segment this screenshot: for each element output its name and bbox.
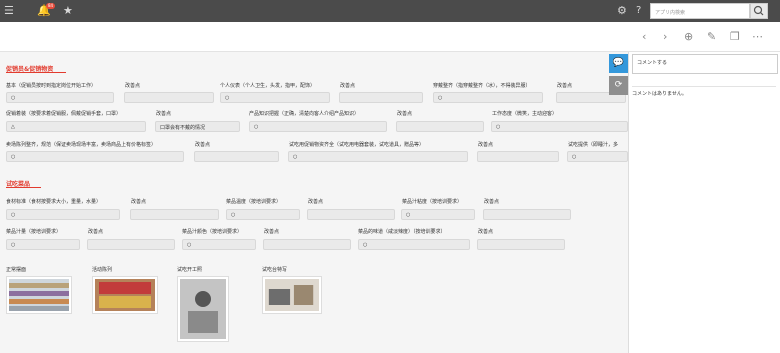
tasting-table-photo [265, 279, 319, 311]
photo-thumbnail[interactable] [6, 276, 72, 314]
field-label: 个人仪表（个人卫生，头发，指甲，配饰） [220, 83, 316, 89]
field-value [194, 151, 279, 162]
field-label: 改善点 [131, 199, 147, 205]
history-tab-icon[interactable]: ⟳ [609, 76, 628, 95]
comment-tab-icon[interactable]: 💬 [609, 54, 628, 73]
field-label: 菜品的味道（咸淡辣度）（按培训要求） [358, 229, 446, 235]
field-label: 产品知识把握（正确，清楚向客人介绍产品知识） [249, 111, 360, 117]
copy-icon[interactable]: ❐ [730, 30, 740, 44]
field-value [307, 209, 395, 220]
field-label: 食材标准（食材按要求大小，重量，水量） [6, 199, 102, 205]
field-value: ○ [182, 239, 256, 250]
field-value: ○ [6, 239, 80, 250]
field-value: ○ [401, 209, 475, 220]
field-label: 菜品汁粘度（按培训要求） [402, 199, 463, 205]
photo-label: 活动陈列 [92, 267, 113, 273]
display-photo [95, 279, 155, 311]
field-value: ○ [433, 92, 543, 103]
photo-thumbnail[interactable] [262, 276, 322, 314]
field-value [263, 239, 351, 250]
more-icon[interactable]: ⋯ [752, 30, 763, 44]
field-value: ○ [358, 239, 470, 250]
field-value: ○ [249, 121, 387, 132]
field-label: 改善点 [156, 111, 172, 117]
photo-thumbnail[interactable] [177, 276, 229, 342]
field-label: 菜品汁量（按培训要求） [6, 229, 62, 235]
field-label: 试吃用促销物资齐全（试吃用电器套装，试吃道具，赠品等） [289, 142, 425, 148]
field-value: ○ [491, 121, 628, 132]
field-value: ○ [288, 151, 468, 162]
photo-label: 正常摆面 [6, 267, 27, 273]
no-comments-message: コメントはありません。 [632, 86, 776, 97]
field-label: 改善点 [478, 229, 494, 235]
field-label: 菜品温度（按培训要求） [226, 199, 282, 205]
field-value: ○ [220, 92, 330, 103]
field-label: 菜品汁颜色（按培训要求） [182, 229, 243, 235]
field-label: 改善点 [88, 229, 104, 235]
chevron-left-icon[interactable]: ‹ [642, 30, 646, 44]
field-value [477, 151, 559, 162]
field-value [396, 121, 484, 132]
field-value: 口罩会有不戴的情况 [155, 121, 240, 132]
photo-label: 试吃开工照 [177, 267, 203, 273]
field-label: 改善点 [397, 111, 413, 117]
cooking-photo [180, 279, 226, 339]
search-icon [753, 5, 764, 16]
plus-icon[interactable]: ⊕ [684, 30, 693, 44]
field-value: ○ [6, 151, 184, 162]
field-label: 工作态度（微笑，主动迎客） [492, 111, 558, 117]
comment-input[interactable]: コメントする [632, 54, 778, 74]
field-value: ○ [226, 209, 300, 220]
field-label: 改善点 [264, 229, 280, 235]
field-value [339, 92, 423, 103]
section-divider [6, 72, 66, 73]
chevron-right-icon[interactable]: › [663, 30, 667, 44]
global-header: ☰ 🔔 84 ★ ⚙ ? アプリ内検索 [0, 0, 780, 22]
field-label: 改善点 [478, 142, 494, 148]
field-value [124, 92, 214, 103]
field-value [87, 239, 175, 250]
field-value [130, 209, 219, 220]
notification-badge: 84 [46, 3, 56, 9]
field-value: ○ [6, 209, 120, 220]
field-value: ○ [567, 151, 628, 162]
field-label: 促销着装（按要求着促销服，佩戴促销手套，口罩） [6, 111, 122, 117]
help-icon[interactable]: ? [636, 4, 641, 18]
search-button[interactable] [750, 3, 768, 19]
field-label: 改善点 [484, 199, 500, 205]
section-divider [6, 187, 41, 188]
star-icon[interactable]: ★ [63, 4, 73, 18]
field-label: 基本（促销员按时到指定岗位开始工作） [6, 83, 97, 89]
field-value: ○ [6, 92, 114, 103]
shelf-photo [9, 279, 69, 311]
hamburger-icon[interactable]: ☰ [4, 4, 14, 18]
edit-icon[interactable]: ✎ [707, 30, 716, 44]
photo-label: 试吃台特写 [262, 267, 288, 273]
field-value: △ [6, 121, 146, 132]
field-label: 改善点 [308, 199, 324, 205]
record-form: 促销员&促销物资 基本（促销员按时到指定岗位开始工作） ○ 改善点 个人仪表（个… [0, 52, 628, 353]
field-label: 试吃提供（即睡汁，多 [568, 142, 619, 148]
field-label: 改善点 [557, 83, 573, 89]
field-label: 穿戴整齐（指穿戴整齐（冰），不得装异服） [433, 83, 531, 89]
search-input[interactable]: アプリ内検索 [650, 3, 750, 19]
photo-thumbnail[interactable] [92, 276, 158, 314]
record-toolbar: ‹ › ⊕ ✎ ❐ ⋯ [0, 22, 780, 52]
field-label: 改善点 [195, 142, 211, 148]
field-label: 卖场陈列整齐，规范（保证卖场现场丰富，卖场商品上有价格标签） [6, 142, 157, 148]
field-label: 改善点 [340, 83, 356, 89]
field-value [477, 239, 565, 250]
gear-icon[interactable]: ⚙ [617, 4, 627, 18]
field-label: 改善点 [125, 83, 141, 89]
field-value [483, 209, 571, 220]
comment-panel [628, 52, 780, 353]
